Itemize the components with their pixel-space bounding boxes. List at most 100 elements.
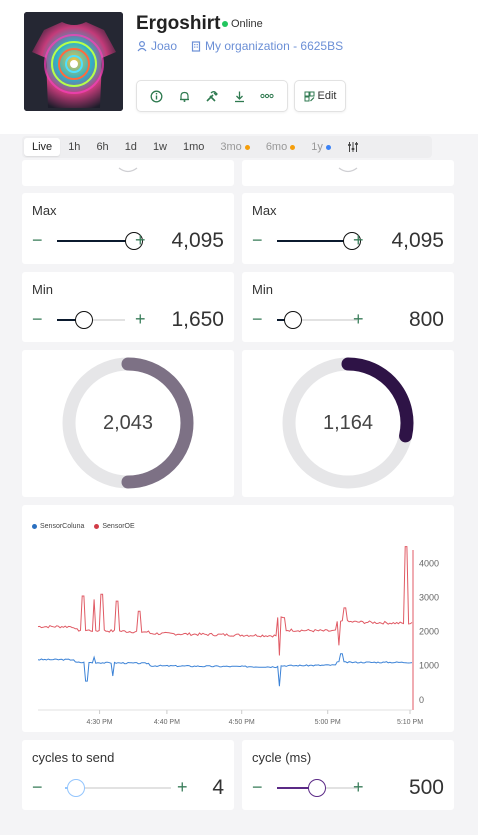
- edit-grid-icon: [304, 91, 315, 101]
- time-range-1w[interactable]: 1w: [145, 138, 175, 156]
- device-avatar: [24, 12, 123, 111]
- slider-value: 800: [408, 308, 444, 331]
- series-line-SensorOE[interactable]: [37, 546, 413, 656]
- bell-icon[interactable]: [176, 88, 192, 104]
- building-icon: [191, 40, 201, 52]
- time-range-1y[interactable]: 1y: [303, 138, 339, 156]
- x-tick-label: 4:40 PM: [154, 719, 180, 726]
- download-icon[interactable]: [232, 88, 248, 104]
- slider-knob[interactable]: [284, 311, 302, 329]
- edit-label: Edit: [317, 90, 337, 102]
- decrement-button[interactable]: −: [32, 778, 43, 796]
- min-slider-widget-right: Min − + 800: [242, 272, 454, 342]
- increment-button[interactable]: +: [135, 310, 146, 328]
- slider-value: 4,095: [391, 229, 444, 252]
- time-range-6h[interactable]: 6h: [88, 138, 116, 156]
- time-range-label: 1w: [152, 141, 167, 153]
- max-slider-widget-right: Max − + 4,095: [242, 193, 454, 264]
- time-range-label: 1h: [68, 141, 81, 153]
- decrement-button[interactable]: −: [32, 231, 43, 249]
- decrement-button[interactable]: −: [32, 310, 43, 328]
- slider-row: − + 500: [252, 776, 444, 800]
- slider-knob[interactable]: [75, 311, 93, 329]
- time-range-1mo[interactable]: 1mo: [175, 138, 212, 156]
- time-range-3mo[interactable]: 3mo: [212, 138, 257, 156]
- slider-track[interactable]: [277, 232, 361, 250]
- gauge-widget-left: 2,043: [22, 350, 234, 497]
- decrement-button[interactable]: −: [252, 310, 263, 328]
- slider-value: 500: [408, 776, 444, 799]
- premium-badge-icon: [290, 144, 296, 150]
- slider-fill: [277, 240, 352, 242]
- slider-track[interactable]: [57, 311, 125, 329]
- y-tick-label: 4000: [419, 559, 439, 569]
- increment-button[interactable]: +: [135, 231, 146, 249]
- decrement-button[interactable]: −: [252, 231, 263, 249]
- time-range-label: 6h: [96, 141, 109, 153]
- sensor-chart-widget: SensorColuna SensorOE 4000 3000 2000 1000 0 4…: [22, 505, 454, 732]
- increment-button[interactable]: +: [177, 778, 188, 796]
- organization-link[interactable]: My organization - 6625BS: [191, 39, 343, 53]
- slider-track[interactable]: [65, 779, 171, 797]
- widget-top-left-partial: [22, 160, 234, 186]
- sensor-line-chart[interactable]: 4000 3000 2000 1000 0 4:30 PM 4:40 PM 4:50 PM 5:…: [22, 505, 454, 732]
- cycles-to-send-widget: cycles to send − + 4: [22, 740, 234, 810]
- slider-row: − + 4: [32, 776, 224, 800]
- y-tick-label: 2000: [419, 627, 439, 637]
- time-range-bar: Live 1h 6h 1d 1w 1mo 3mo 6mo 1y: [22, 136, 432, 158]
- widget-label: Min: [32, 282, 53, 297]
- time-range-6mo[interactable]: 6mo: [258, 138, 303, 156]
- organization-name: My organization - 6625BS: [205, 39, 344, 53]
- x-tick-label: 5:00 PM: [315, 719, 341, 726]
- time-range-1h[interactable]: 1h: [60, 138, 88, 156]
- time-range-label: 1y: [311, 141, 323, 153]
- y-tick-label: 3000: [419, 593, 439, 603]
- y-tick-label: 1000: [419, 661, 439, 671]
- series-line-SensorColuna[interactable]: [37, 653, 413, 687]
- time-range-1d[interactable]: 1d: [117, 138, 145, 156]
- time-range-label: 3mo: [220, 141, 242, 153]
- slider-row: − + 4,095: [252, 229, 444, 253]
- slider-track[interactable]: [277, 779, 357, 797]
- increment-button[interactable]: +: [353, 778, 364, 796]
- online-status: Online: [222, 18, 263, 30]
- slider-row: − + 1,650: [32, 308, 224, 332]
- info-icon[interactable]: [149, 88, 165, 104]
- more-icon[interactable]: [259, 88, 275, 104]
- decrement-button[interactable]: −: [252, 778, 263, 796]
- slider-fill: [57, 240, 134, 242]
- x-tick-label: 5:10 PM: [397, 719, 423, 726]
- widget-label: cycle (ms): [252, 750, 312, 765]
- gauge-widget-right: 1,164: [242, 350, 454, 497]
- max-slider-widget-left: Max − + 4,095: [22, 193, 234, 264]
- widget-label: Max: [252, 203, 277, 218]
- owner-link[interactable]: Joao: [137, 39, 177, 53]
- slider-value: 4: [212, 776, 224, 799]
- slider-knob[interactable]: [308, 779, 326, 797]
- widget-label: Max: [32, 203, 57, 218]
- slider-track[interactable]: [277, 311, 357, 329]
- time-range-label: 1d: [124, 141, 137, 153]
- increment-button[interactable]: +: [353, 310, 364, 328]
- user-icon: [137, 40, 147, 51]
- premium-badge-icon: [325, 144, 331, 150]
- slider-track[interactable]: [57, 232, 143, 250]
- edit-button[interactable]: Edit: [294, 80, 346, 112]
- cycle-ms-widget: cycle (ms) − + 500: [242, 740, 454, 810]
- widget-label: cycles to send: [32, 750, 115, 765]
- min-slider-widget-left: Min − + 1,650: [22, 272, 234, 342]
- status-text: Online: [231, 18, 263, 30]
- time-range-live[interactable]: Live: [24, 138, 61, 156]
- tools-icon[interactable]: [204, 88, 220, 104]
- owner-name: Joao: [151, 39, 178, 53]
- x-tick-label: 4:50 PM: [229, 719, 255, 726]
- gauge-value: 1,164: [322, 412, 374, 434]
- widget-top-right-partial: [242, 160, 454, 186]
- time-range-label: 1mo: [183, 141, 205, 153]
- premium-badge-icon: [244, 144, 250, 150]
- device-header: Ergoshirt Online Joao My organization - …: [0, 0, 478, 134]
- slider-knob[interactable]: [67, 779, 85, 797]
- filter-settings-icon[interactable]: [339, 138, 367, 156]
- increment-button[interactable]: +: [353, 231, 364, 249]
- slider-row: − + 4,095: [32, 229, 224, 253]
